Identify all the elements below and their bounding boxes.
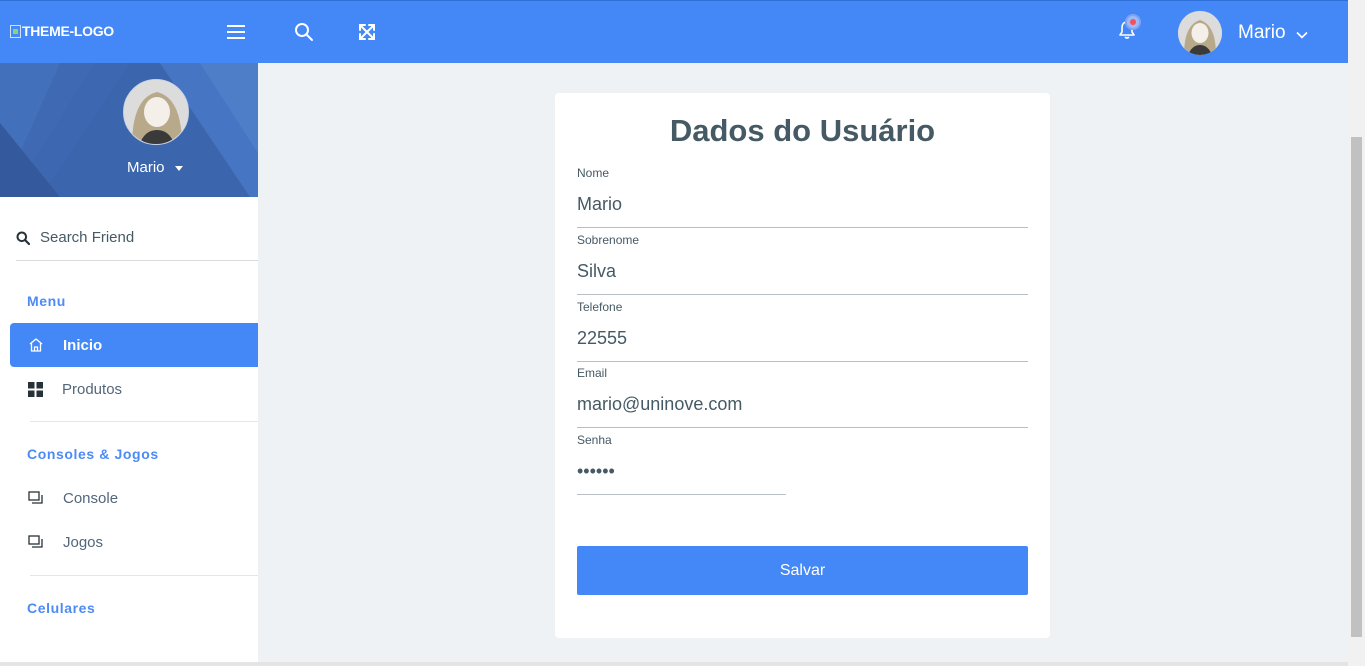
logo-alt-text: THEME-LOGO: [22, 23, 114, 39]
nome-input[interactable]: [577, 190, 1028, 228]
top-navbar: THEME-LOGO Mario: [0, 0, 1348, 63]
home-icon: [29, 338, 43, 352]
profile-name: Mario: [127, 159, 165, 176]
page-scrollbar[interactable]: [1348, 0, 1365, 666]
section-title-consoles: Consoles & Jogos: [27, 446, 159, 462]
avatar: [1178, 11, 1222, 55]
sidebar-item-jogos[interactable]: Jogos: [10, 520, 258, 564]
friend-search-input[interactable]: [40, 229, 240, 246]
sidebar-item-label: Inicio: [63, 336, 103, 354]
sidebar-item-label: Console: [63, 489, 119, 507]
friend-search: [16, 215, 258, 261]
expand-icon: [359, 24, 375, 40]
nome-field: Nome: [577, 166, 1028, 228]
field-label: Sobrenome: [577, 233, 640, 247]
sidebar-item-label: Jogos: [63, 533, 104, 551]
sidebar-item-console[interactable]: Console: [10, 476, 258, 520]
email-input[interactable]: [577, 390, 1028, 428]
email-field: Email: [577, 366, 1028, 428]
field-label: Senha: [577, 433, 612, 447]
windows-icon: [28, 535, 43, 548]
user-menu[interactable]: Mario: [1178, 11, 1308, 55]
profile-name-dropdown[interactable]: Mario: [127, 159, 183, 176]
fullscreen-button[interactable]: [352, 17, 382, 47]
sidebar-divider: [30, 421, 258, 422]
sidebar: Mario Menu Inicio Produtos Consoles & Jo…: [0, 63, 258, 666]
profile-avatar[interactable]: [123, 79, 189, 145]
top-user-name: Mario: [1238, 22, 1286, 43]
windows-icon: [28, 491, 43, 504]
field-label: Email: [577, 366, 608, 380]
sidebar-item-label: Produtos: [62, 380, 123, 398]
sobrenome-input[interactable]: [577, 257, 1028, 295]
sidebar-item-produtos[interactable]: Produtos: [10, 367, 258, 411]
notification-dot: [1125, 14, 1141, 30]
senha-field: Senha: [577, 433, 1028, 495]
broken-image-icon: [10, 24, 21, 38]
section-title-celulares[interactable]: Celulares: [27, 600, 95, 616]
search-icon: [295, 23, 313, 41]
sidebar-divider: [30, 575, 258, 576]
profile-banner: Mario: [0, 63, 258, 197]
search-icon: [16, 231, 30, 245]
hamburger-icon: [227, 25, 245, 27]
search-button[interactable]: [289, 17, 319, 47]
caret-down-icon: [174, 166, 183, 171]
horizontal-scroll-strip: [0, 662, 1348, 666]
theme-logo[interactable]: THEME-LOGO: [10, 23, 114, 39]
scrollbar-thumb[interactable]: [1351, 137, 1362, 637]
senha-input[interactable]: [577, 457, 786, 495]
telefone-input[interactable]: [577, 324, 1028, 362]
page-title: Dados do Usuário: [669, 113, 936, 148]
field-label: Nome: [577, 166, 610, 180]
grid-icon: [28, 381, 43, 397]
save-button[interactable]: Salvar: [577, 546, 1028, 595]
chevron-down-icon: [1295, 31, 1308, 39]
hamburger-menu-button[interactable]: [221, 17, 251, 47]
field-label: Telefone: [577, 300, 623, 314]
sobrenome-field: Sobrenome: [577, 233, 1028, 295]
sidebar-item-inicio[interactable]: Inicio: [10, 323, 258, 367]
telefone-field: Telefone: [577, 300, 1028, 362]
user-data-card: Dados do Usuário Nome Sobrenome Telefone…: [555, 93, 1050, 638]
section-title-menu: Menu: [27, 293, 66, 309]
